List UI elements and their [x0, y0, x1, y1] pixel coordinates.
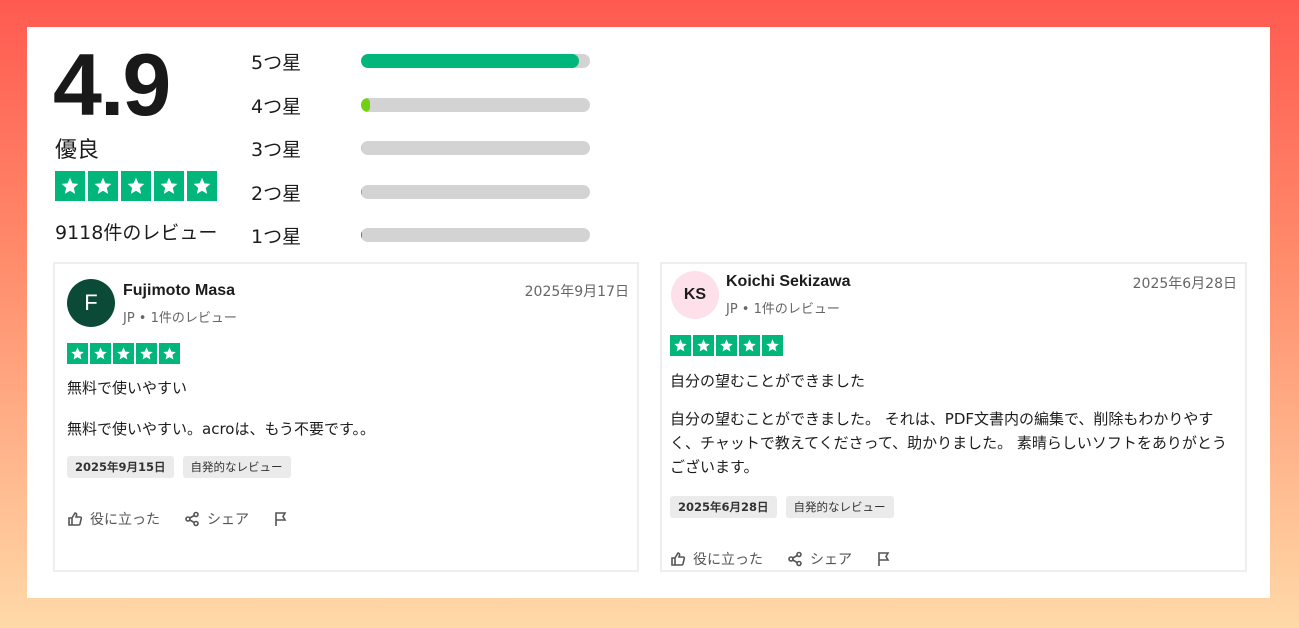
review-actions: 役に立った シェア [67, 509, 289, 529]
star-icon [159, 343, 180, 364]
distribution-track [361, 184, 590, 199]
star-icon [762, 335, 783, 356]
star-icon [693, 335, 714, 356]
star-icon [90, 343, 111, 364]
helpful-label: 役に立った [693, 552, 763, 568]
share-icon [185, 511, 199, 527]
avatar[interactable]: F [67, 279, 115, 327]
distribution-fill [361, 97, 371, 112]
distribution-label: 3つ星 [251, 139, 302, 161]
star-icon [67, 343, 88, 364]
reviewer-meta: JP • 1件のレビュー [726, 302, 840, 317]
thumbs-up-icon [671, 552, 686, 566]
review-actions: 役に立った シェア [670, 549, 892, 569]
distribution-fill [361, 54, 579, 68]
distribution-label: 2つ星 [251, 182, 302, 205]
share-button[interactable]: シェア [787, 549, 852, 569]
review-count: 9118件のレビュー [55, 222, 218, 244]
experience-date-chip: 2025年9月15日 [67, 456, 174, 478]
reviewer-meta: JP • 1件のレビュー [123, 311, 237, 326]
review-title[interactable]: 自分の望むことができました [670, 370, 865, 391]
review-stars [670, 335, 783, 356]
report-button[interactable] [876, 551, 892, 567]
reviewer-name[interactable]: Koichi Sekizawa [726, 273, 851, 291]
star-icon [121, 171, 151, 201]
star-icon [88, 171, 118, 201]
distribution-fill [361, 228, 363, 242]
share-label: シェア [810, 552, 852, 568]
share-button[interactable]: シェア [184, 509, 249, 529]
review-type-chip[interactable]: 自発的なレビュー [785, 496, 894, 518]
overall-stars [55, 171, 217, 201]
star-icon [739, 335, 760, 356]
review-card: F Fujimoto Masa JP • 1件のレビュー 2025年9月17日 … [53, 262, 639, 572]
review-type-chip[interactable]: 自発的なレビュー [182, 456, 291, 478]
star-icon [113, 343, 134, 364]
star-icon [154, 171, 184, 201]
review-title[interactable]: 無料で使いやすい [67, 377, 187, 398]
helpful-button[interactable]: 役に立った [67, 509, 160, 529]
star-icon [187, 171, 217, 201]
review-body: 自分の望むことができました。 それは、PDF文書内の編集で、削除もわかりやすく、… [670, 410, 1227, 476]
flag-icon [878, 552, 890, 566]
distribution-fill [361, 141, 363, 155]
thumbs-up-icon [68, 512, 83, 526]
review-date: 2025年9月17日 [524, 284, 629, 300]
experience-date-chip: 2025年6月28日 [670, 496, 777, 518]
distribution-track [361, 228, 590, 242]
avatar[interactable]: KS [671, 271, 719, 319]
distribution-track [361, 54, 590, 68]
flag-icon [275, 512, 287, 526]
distribution-label: 5つ星 [251, 52, 302, 74]
distribution-label: 1つ星 [251, 226, 302, 248]
reviewer-name[interactable]: Fujimoto Masa [123, 282, 235, 300]
star-icon [136, 343, 157, 364]
review-tags: 2025年9月15日 自発的なレビュー [67, 456, 291, 478]
report-button[interactable] [273, 511, 289, 527]
star-icon [670, 335, 691, 356]
distribution-track [361, 97, 590, 112]
review-stars [67, 343, 180, 364]
star-icon [55, 171, 85, 201]
distribution-track [361, 141, 590, 155]
helpful-button[interactable]: 役に立った [670, 549, 763, 569]
review-date: 2025年6月28日 [1132, 276, 1237, 292]
distribution-fill [361, 184, 363, 199]
rating-word: 優良 [55, 138, 100, 163]
share-label: シェア [207, 512, 249, 528]
review-body: 無料で使いやすい。acroは、もう不要です。。 [67, 420, 376, 438]
overall-score: 4.9 [53, 35, 171, 134]
review-tags: 2025年6月28日 自発的なレビュー [670, 496, 894, 518]
review-card: KS Koichi Sekizawa JP • 1件のレビュー 2025年6月2… [660, 262, 1247, 572]
star-icon [716, 335, 737, 356]
helpful-label: 役に立った [90, 512, 160, 528]
share-icon [788, 551, 802, 567]
reviews-card: 4.9 優良 9118件のレビュー 5つ星 4つ星 3つ星 2つ星 1つ星 F … [27, 27, 1270, 598]
distribution-label: 4つ星 [251, 95, 302, 118]
